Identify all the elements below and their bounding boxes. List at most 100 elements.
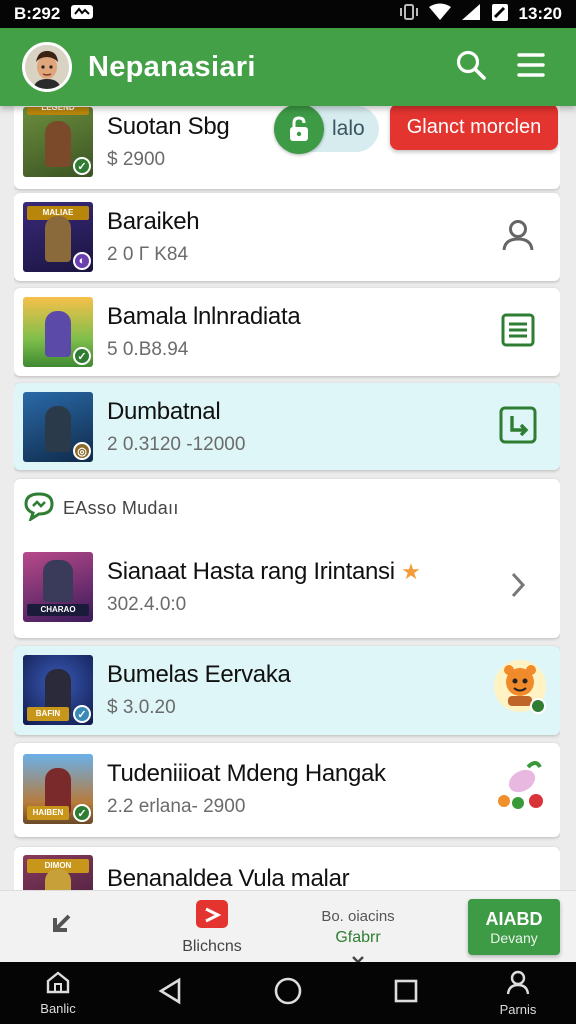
recents-square-icon bbox=[393, 978, 419, 1009]
list-item[interactable]: HAIBEN ✓ Tudeniiioat Mdeng Hangak 2.2 er… bbox=[14, 753, 560, 825]
app-title: Nepanasiari bbox=[88, 50, 256, 83]
chevron-right-icon bbox=[507, 570, 529, 605]
section-card: EAsso Mudaıı CHARAO Sianaat Hasta rang I… bbox=[14, 479, 560, 638]
profile-nav-button[interactable]: Parnis bbox=[490, 962, 546, 1024]
mascot-button[interactable] bbox=[490, 658, 550, 723]
list-card[interactable]: BAFIN ✓ Bumelas Eervaka $ 3.0.20 bbox=[14, 646, 560, 735]
list-card[interactable]: DIMON Benanaldea Vula malar bbox=[14, 847, 560, 890]
avatar[interactable] bbox=[22, 42, 72, 92]
candy-icon bbox=[490, 757, 550, 822]
list-item[interactable]: MALIAE ◐ Baraikeh 2 0 Г K84 bbox=[14, 201, 560, 273]
center-nav-line2: Gfabrr bbox=[335, 928, 381, 946]
item-thumbnail: DIMON bbox=[23, 855, 93, 890]
back-nav-button[interactable] bbox=[30, 891, 94, 963]
unlock-icon bbox=[274, 106, 324, 154]
search-icon bbox=[455, 49, 487, 86]
menu-button[interactable] bbox=[508, 44, 554, 90]
item-price: 302.4.0:0 bbox=[107, 594, 187, 615]
primary-line1: AIABD bbox=[485, 908, 543, 929]
profile-icon bbox=[505, 969, 531, 1000]
video-nav-label: Blichcns bbox=[182, 937, 242, 955]
battery-icon bbox=[491, 2, 509, 27]
item-title: Bumelas Eervaka bbox=[107, 661, 291, 688]
list-item[interactable]: CHARAO Sianaat Hasta rang Irintansi ★ 30… bbox=[14, 549, 560, 625]
signal-icon bbox=[461, 3, 481, 26]
content-list[interactable]: LEGEND ✓ Suotan Sbg $ 2900 lalo Glanct m… bbox=[14, 106, 560, 890]
status-time-right: 13:20 bbox=[518, 4, 562, 23]
item-price: $ 2900 bbox=[107, 149, 166, 170]
candy-button[interactable] bbox=[490, 759, 550, 819]
back-triangle-icon bbox=[157, 977, 183, 1010]
lock-toggle[interactable]: lalo bbox=[274, 106, 379, 154]
home-label: Banlic bbox=[40, 1001, 76, 1016]
wifi-icon bbox=[428, 3, 451, 26]
back-system-button[interactable] bbox=[150, 962, 190, 1024]
section-label: EAsso Mudaıı bbox=[63, 498, 179, 518]
item-price: 2.2 erlana- 2900 bbox=[107, 796, 246, 817]
list-item[interactable]: BAFIN ✓ Bumelas Eervaka $ 3.0.20 bbox=[14, 654, 560, 726]
item-price: 5 0.B8.94 bbox=[107, 339, 189, 360]
list-card[interactable]: MALIAE ◐ Baraikeh 2 0 Г K84 bbox=[14, 193, 560, 281]
item-price: $ 3.0.20 bbox=[107, 697, 176, 718]
center-nav-button[interactable]: Bo. oiacins Gfabrr bbox=[300, 891, 416, 964]
app-bar: Nepanasiari bbox=[0, 28, 576, 106]
chevron-button[interactable] bbox=[494, 563, 542, 611]
system-navigation-bar: Banlic Parnis bbox=[0, 962, 576, 1024]
menu-icon bbox=[516, 52, 546, 83]
item-thumbnail: ✓ bbox=[23, 297, 93, 367]
list-icon bbox=[500, 312, 536, 353]
glanct-button[interactable]: Glanct morclen bbox=[390, 106, 558, 150]
item-thumbnail: BAFIN ✓ bbox=[23, 655, 93, 725]
vibrate-icon bbox=[399, 2, 419, 27]
status-time-left: B:292 bbox=[14, 4, 61, 23]
list-item[interactable]: ◎ Dumbatnal 2 0.3120 -12000 bbox=[14, 391, 560, 463]
home-circle-icon bbox=[273, 976, 303, 1011]
list-button[interactable] bbox=[494, 308, 542, 356]
item-price: 2 0 Г K84 bbox=[107, 244, 189, 265]
list-card[interactable]: ◎ Dumbatnal 2 0.3120 -12000 bbox=[14, 383, 560, 470]
chat-icon bbox=[23, 491, 55, 526]
return-button[interactable] bbox=[494, 403, 542, 451]
item-thumbnail: ◎ bbox=[23, 392, 93, 462]
back-arrow-icon bbox=[47, 910, 77, 945]
home-system-button[interactable] bbox=[268, 962, 308, 1024]
home-nav-button[interactable]: Banlic bbox=[32, 962, 84, 1024]
item-title: Sianaat Hasta rang Irintansi ★ bbox=[107, 558, 494, 586]
recents-system-button[interactable] bbox=[386, 962, 426, 1024]
person-button[interactable] bbox=[494, 213, 542, 261]
item-title: Dumbatnal bbox=[107, 398, 221, 425]
bottom-app-bar: Blichcns Bo. oiacins Gfabrr AIABD Devany bbox=[0, 890, 576, 964]
item-title: Tudeniiioat Mdeng Hangak bbox=[107, 760, 386, 787]
item-title: Benanaldea Vula malar bbox=[107, 865, 350, 890]
item-price: 2 0.3120 -12000 bbox=[107, 434, 246, 455]
notification-icon bbox=[70, 3, 94, 26]
item-thumbnail: MALIAE ◐ bbox=[23, 202, 93, 272]
home-icon bbox=[45, 970, 71, 999]
list-card[interactable]: LEGEND ✓ Suotan Sbg $ 2900 lalo Glanct m… bbox=[14, 106, 560, 189]
star-icon: ★ bbox=[401, 559, 421, 584]
primary-line2: Devany bbox=[490, 929, 538, 946]
badge-icon: ◎ bbox=[73, 442, 91, 460]
status-bar: B:292 13:20 bbox=[0, 0, 576, 28]
list-card[interactable]: ✓ Bamala lnlnradiata 5 0.B8.94 bbox=[14, 288, 560, 376]
person-icon bbox=[500, 217, 536, 258]
item-title-text: Sianaat Hasta rang Irintansi bbox=[107, 558, 395, 585]
video-icon bbox=[195, 899, 229, 934]
primary-action-button[interactable]: AIABD Devany bbox=[468, 899, 560, 955]
search-button[interactable] bbox=[448, 44, 494, 90]
item-thumbnail: HAIBEN ✓ bbox=[23, 754, 93, 824]
toggle-label: lalo bbox=[332, 117, 365, 140]
item-title: Bamala lnlnradiata bbox=[107, 303, 301, 330]
center-nav-line1: Bo. oiacins bbox=[321, 907, 395, 925]
check-badge-icon: ✓ bbox=[73, 804, 91, 822]
profile-label: Parnis bbox=[499, 1002, 537, 1017]
badge-icon: ✓ bbox=[73, 705, 91, 723]
list-item[interactable]: ✓ Bamala lnlnradiata 5 0.B8.94 bbox=[14, 296, 560, 368]
check-badge-icon: ✓ bbox=[73, 347, 91, 365]
item-title: Baraikeh bbox=[107, 208, 200, 235]
list-card[interactable]: HAIBEN ✓ Tudeniiioat Mdeng Hangak 2.2 er… bbox=[14, 743, 560, 837]
list-item[interactable]: DIMON Benanaldea Vula malar bbox=[14, 855, 560, 890]
mascot-icon bbox=[490, 658, 550, 723]
video-nav-button[interactable]: Blichcns bbox=[168, 891, 256, 963]
badge-icon: ◐ bbox=[73, 252, 91, 270]
